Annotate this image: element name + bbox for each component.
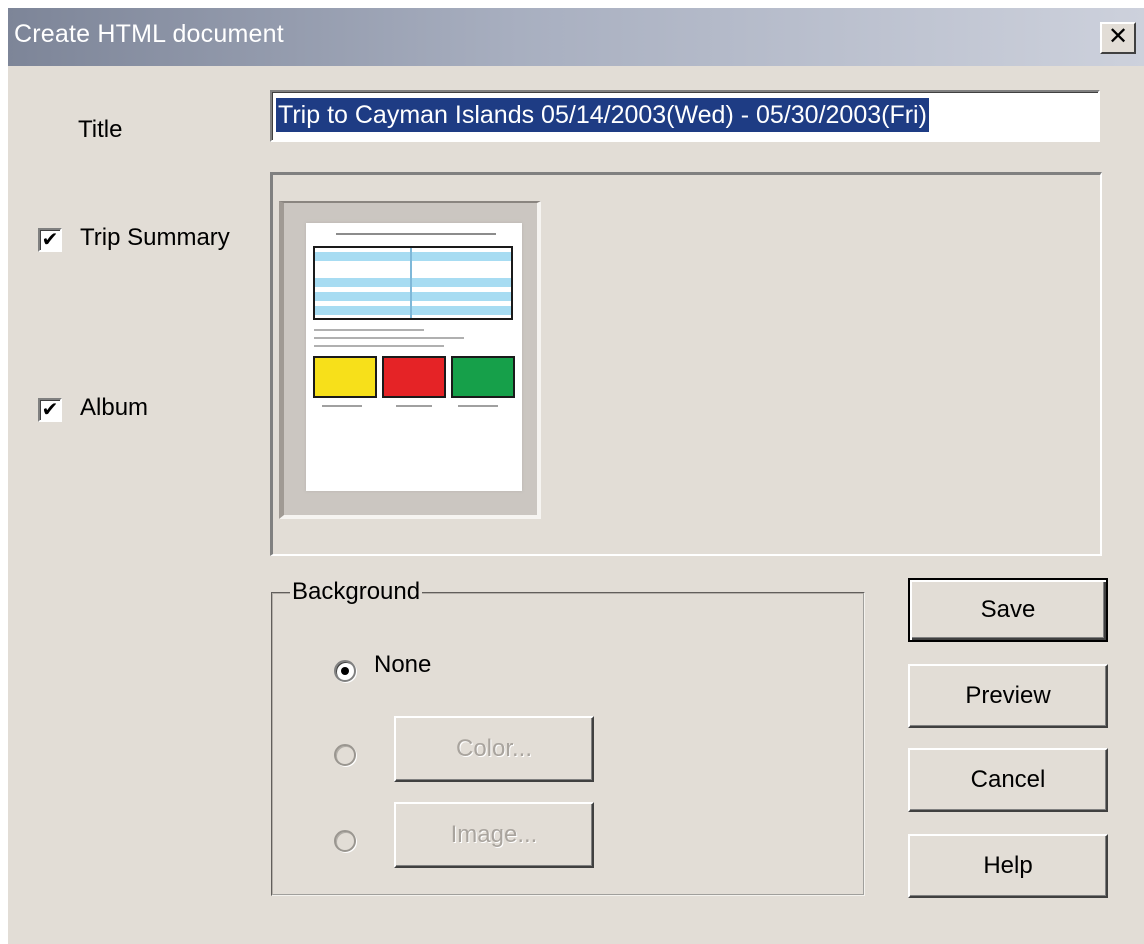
title-input[interactable]: Trip to Cayman Islands 05/14/2003(Wed) -…	[270, 90, 1100, 142]
cancel-button[interactable]: Cancel	[908, 748, 1108, 812]
thumbnail-swatch-yellow	[313, 356, 377, 398]
background-none-radio[interactable]	[334, 660, 356, 682]
thumbnail-text-line	[314, 337, 464, 339]
thumbnail-summary-table	[313, 246, 513, 320]
dialog-title: Create HTML document	[14, 20, 284, 48]
thumbnail-text-line	[314, 345, 444, 347]
thumbnail-caption	[322, 405, 362, 407]
thumbnail-table-row	[315, 306, 511, 315]
thumbnail-heading-line	[336, 233, 496, 235]
thumbnail-table-row	[315, 292, 511, 301]
close-button[interactable]: ✕	[1100, 22, 1136, 54]
thumbnail-caption	[396, 405, 432, 407]
background-none-label: None	[374, 651, 432, 678]
create-html-dialog: Create HTML document ✕ Title Trip to Cay…	[8, 8, 1144, 944]
trip-summary-checkbox[interactable]: ✔	[38, 228, 62, 252]
color-button[interactable]: Color...	[394, 716, 594, 782]
thumbnail-table-divider	[410, 248, 412, 318]
thumbnail-swatch-red	[382, 356, 446, 398]
title-label: Title	[78, 116, 123, 143]
background-color-radio[interactable]	[334, 744, 356, 766]
album-checkbox[interactable]: ✔	[38, 398, 62, 422]
preview-pane	[270, 172, 1102, 556]
thumbnail-table-row	[315, 252, 511, 261]
title-bar[interactable]: Create HTML document ✕	[8, 8, 1144, 66]
background-group-label: Background	[290, 578, 423, 606]
title-input-value: Trip to Cayman Islands 05/14/2003(Wed) -…	[276, 98, 929, 132]
thumbnail-text-line	[314, 329, 424, 331]
background-image-radio[interactable]	[334, 830, 356, 852]
help-button[interactable]: Help	[908, 834, 1108, 898]
check-icon: ✔	[41, 399, 59, 421]
image-button[interactable]: Image...	[394, 802, 594, 868]
page-thumbnail[interactable]	[279, 201, 541, 519]
thumbnail-page	[306, 223, 522, 491]
thumbnail-caption	[458, 405, 498, 407]
album-label: Album	[80, 394, 149, 421]
trip-summary-label: Trip Summary	[80, 224, 230, 251]
thumbnail-table-row	[315, 278, 511, 287]
thumbnail-swatch-green	[451, 356, 515, 398]
check-icon: ✔	[41, 229, 59, 251]
save-button[interactable]: Save	[908, 578, 1108, 642]
radio-selected-dot	[341, 667, 349, 675]
preview-button[interactable]: Preview	[908, 664, 1108, 728]
close-icon: ✕	[1107, 23, 1129, 50]
